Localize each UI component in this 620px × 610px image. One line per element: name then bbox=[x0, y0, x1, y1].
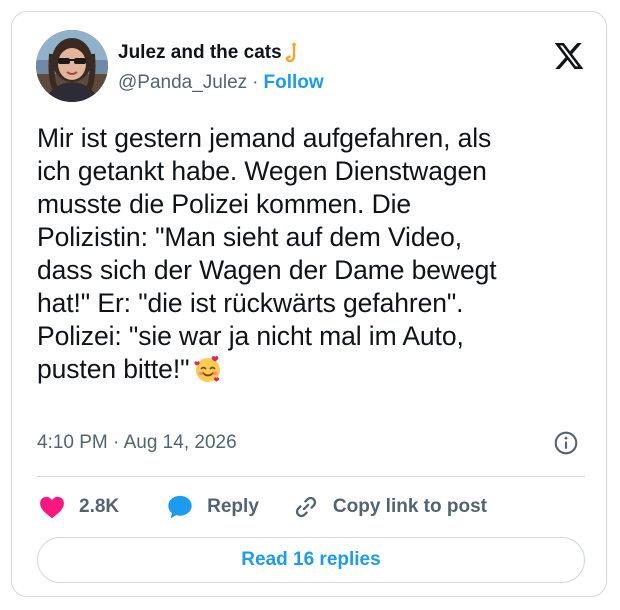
smiling-face-with-hearts-emoji-icon bbox=[193, 354, 223, 384]
link-icon bbox=[295, 496, 317, 518]
avatar-image bbox=[36, 30, 108, 102]
like-count: 2.8K bbox=[79, 496, 120, 517]
copy-link-button[interactable]: Copy link to post bbox=[291, 493, 487, 521]
heart-icon bbox=[40, 496, 64, 519]
author-name-row: Julez and the cats bbox=[118, 42, 303, 64]
tweet-actions: 2.8K Reply Copy link to post bbox=[37, 492, 487, 522]
tweet-card: Julez and the cats @Panda_Julez · Follow… bbox=[11, 11, 607, 597]
tweet-line: dass sich der Wagen der Dame bewegt bbox=[37, 255, 497, 285]
copy-link-label: Copy link to post bbox=[332, 496, 487, 517]
author-display-name[interactable]: Julez and the cats bbox=[118, 42, 282, 64]
tweet-line: musste die Polizei kommen. Die bbox=[37, 189, 412, 219]
tweet-line: ich getankt habe. Wegen Dienstwagen bbox=[37, 156, 487, 186]
follow-button[interactable]: Follow bbox=[263, 72, 323, 94]
hook-emoji-icon bbox=[285, 42, 303, 64]
tweet-line: hat!" Er: "die ist rückwärts gefahren". bbox=[37, 288, 464, 318]
reply-bubble-icon bbox=[168, 495, 192, 519]
like-button[interactable]: 2.8K bbox=[37, 493, 119, 521]
read-replies-button[interactable]: Read 16 replies bbox=[37, 537, 585, 583]
tweet-text: Mir ist gestern jemand aufgefahren, als … bbox=[37, 122, 587, 386]
author-handle-row: @Panda_Julez · Follow bbox=[118, 72, 324, 94]
tweet-line: pusten bitte!" bbox=[37, 354, 190, 384]
author-handle[interactable]: @Panda_Julez bbox=[118, 72, 247, 94]
reply-label: Reply bbox=[207, 496, 259, 517]
x-logo-icon[interactable] bbox=[552, 40, 586, 72]
avatar[interactable] bbox=[36, 30, 108, 102]
divider bbox=[37, 476, 585, 477]
tweet-meta-row: 4:10 PM · Aug 14, 2026 bbox=[37, 430, 585, 456]
reply-button[interactable]: Reply bbox=[165, 493, 259, 521]
tweet-line: Polizei: "sie war ja nicht mal im Auto, bbox=[37, 321, 464, 351]
tweet-last-line: pusten bitte!" bbox=[37, 353, 587, 386]
info-icon[interactable] bbox=[553, 430, 579, 456]
tweet-line: Mir ist gestern jemand aufgefahren, als bbox=[37, 123, 492, 153]
tweet-line: Polizistin: "Man sieht auf dem Video, bbox=[37, 222, 463, 252]
separator-dot: · bbox=[252, 72, 259, 93]
tweet-timestamp[interactable]: 4:10 PM · Aug 14, 2026 bbox=[37, 432, 237, 454]
